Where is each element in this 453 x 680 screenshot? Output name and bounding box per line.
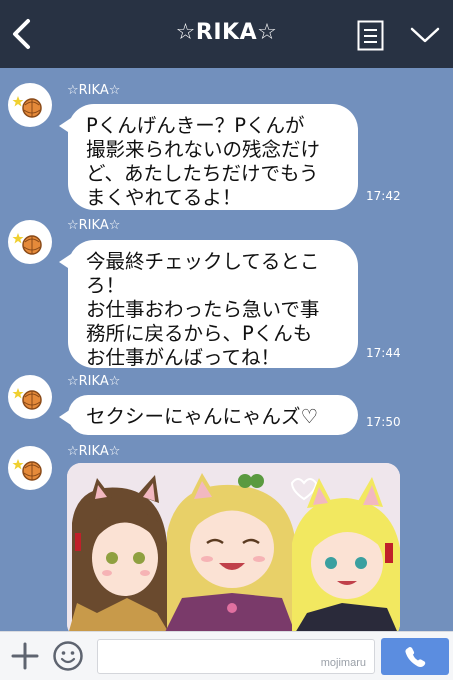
- chat-title: ☆RIKA☆: [175, 20, 278, 45]
- chevron-down-icon[interactable]: [410, 24, 440, 46]
- avatar-icon: [12, 388, 42, 410]
- watermark-text: mojimaru: [320, 657, 366, 669]
- input-bar: mojimaru: [0, 631, 453, 680]
- message-time: 17:50: [366, 415, 401, 429]
- sender-name: ☆RIKA☆: [67, 374, 121, 389]
- message-time: 17:42: [366, 189, 401, 203]
- avatar[interactable]: [8, 375, 52, 419]
- message-bubble[interactable]: Pくんげんきー？Pくんが 撮影来られないの残念だけ ど、あたしたちだけでもう ま…: [59, 104, 358, 210]
- avatar[interactable]: [8, 446, 52, 490]
- avatar[interactable]: [8, 83, 52, 127]
- chat-header: ☆RIKA☆: [0, 0, 453, 68]
- avatar-icon: [12, 96, 42, 118]
- emoji-icon[interactable]: [52, 640, 84, 672]
- call-button[interactable]: [381, 638, 449, 675]
- sender-name: ☆RIKA☆: [67, 83, 121, 98]
- message-input[interactable]: mojimaru: [97, 639, 375, 674]
- cat-girls-illustration: [67, 463, 400, 631]
- sender-name: ☆RIKA☆: [67, 444, 121, 459]
- avatar-icon: [12, 459, 42, 481]
- chat-area[interactable]: ☆RIKA☆ Pくんげんきー？Pくんが 撮影来られないの残念だけ ど、あたしたち…: [0, 68, 453, 631]
- message-bubble[interactable]: セクシーにゃんにゃんズ♡: [59, 395, 358, 435]
- plus-icon[interactable]: [10, 641, 40, 671]
- message-time: 17:44: [366, 346, 401, 360]
- avatar-icon: [12, 233, 42, 255]
- phone-icon: [405, 647, 426, 667]
- avatar[interactable]: [8, 220, 52, 264]
- message-bubble[interactable]: 今最終チェックしてるとこ ろ！ お仕事おわったら急いで事 務所に戻るから、Pくん…: [59, 240, 358, 369]
- menu-icon[interactable]: [357, 20, 384, 51]
- back-icon[interactable]: [8, 16, 36, 52]
- message-image[interactable]: [67, 463, 400, 631]
- sender-name: ☆RIKA☆: [67, 218, 121, 233]
